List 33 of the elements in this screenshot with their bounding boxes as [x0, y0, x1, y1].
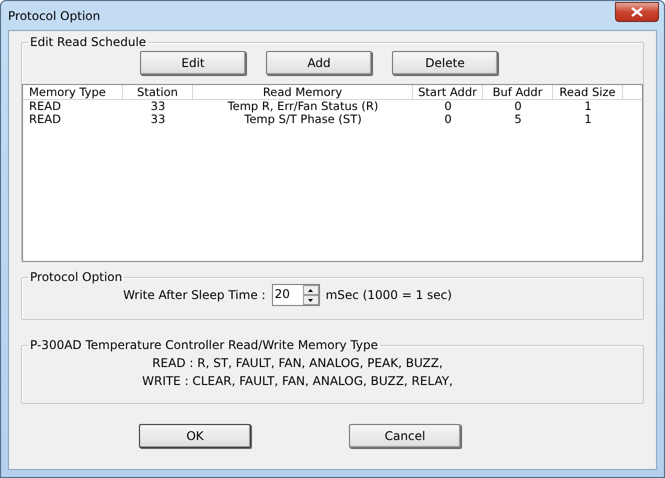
column-header[interactable]: Read Size	[553, 85, 623, 99]
dialog-button[interactable]: Cancel	[349, 424, 461, 448]
field-label: Write After Sleep Time :	[123, 288, 266, 302]
table-cell-text: 1	[583, 113, 593, 126]
table-cell-text: 5	[513, 113, 523, 126]
table-cell-text: READ	[28, 100, 62, 113]
table-cell-text: 33	[150, 100, 166, 113]
group-title: Protocol Option	[29, 270, 124, 284]
column-header[interactable]: Memory Type	[23, 85, 123, 99]
toolbar-button[interactable]: Edit	[140, 51, 246, 75]
group-title: P-300AD Temperature Controller Read/Write Memory Type	[29, 338, 380, 352]
dialog-button[interactable]: OK	[139, 424, 251, 448]
table-cell-text: Temp R, Err/Fan Status (R)	[226, 100, 380, 113]
column-header[interactable]: Read Memory	[193, 85, 413, 99]
window-title: Protocol Option	[8, 8, 100, 22]
close-icon	[631, 6, 643, 16]
group-title: Edit Read Schedule	[29, 35, 148, 49]
column-header[interactable]: Buf Addr	[483, 85, 553, 99]
table-cell-text: 0	[443, 100, 453, 113]
info-text: WRITE : CLEAR, FAULT, FAN, ANALOG, BUZZ, RELAY,	[142, 374, 453, 388]
table-cell-text: READ	[28, 113, 62, 126]
toolbar-button[interactable]: Delete	[392, 51, 498, 75]
close-button[interactable]	[615, 2, 659, 22]
toolbar-button[interactable]: Add	[266, 51, 372, 75]
unit-label: mSec (1000 = 1 sec)	[326, 288, 452, 302]
table-cell-text: 0	[513, 100, 523, 113]
column-header[interactable]: Station	[123, 85, 193, 99]
table-cell-text: 33	[150, 113, 166, 126]
table-cell-text: 0	[443, 113, 453, 126]
column-header[interactable]: Start Addr	[413, 85, 483, 99]
table-cell-text: Temp S/T Phase (ST)	[244, 113, 363, 126]
table-cell-text: 1	[583, 100, 593, 113]
info-text: READ : R, ST, FAULT, FAN, ANALOG, PEAK, BUZZ,	[152, 356, 443, 370]
